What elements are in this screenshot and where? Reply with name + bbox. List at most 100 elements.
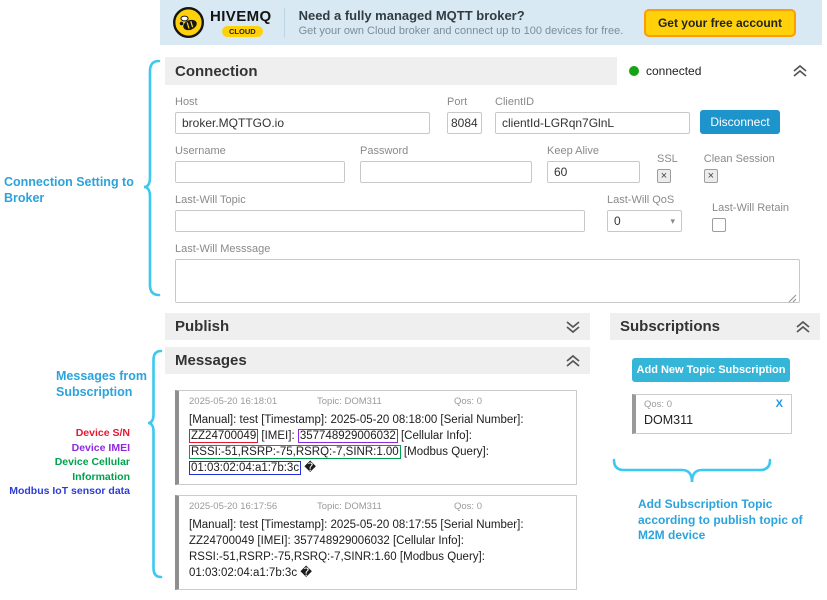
- clean-session-label: Clean Session: [704, 153, 775, 165]
- serial-number-value: ZZ24700049: [189, 429, 258, 443]
- caret-down-icon: ▾: [670, 216, 675, 227]
- message-timestamp: 2025-05-20 16:17:56: [189, 501, 317, 512]
- cloud-badge: CLOUD: [222, 26, 263, 37]
- modbus-query-value: 01:03:02:04:a1:7b:3c: [189, 567, 297, 579]
- lastwill-qos-select[interactable]: 0 ▾: [607, 210, 682, 232]
- message-payload: [Manual]: test [Timestamp]: 2025-05-20 0…: [189, 517, 568, 581]
- payload-segment: [Manual]: test [Timestamp]: 2025-05-20 0…: [189, 414, 524, 426]
- messages-panel: Messages 2025-05-20 16:18:01 Topic: DOM3…: [165, 347, 590, 600]
- payload-segment: �: [301, 462, 316, 474]
- ssl-checkbox[interactable]: ×: [657, 169, 671, 183]
- message-topic: Topic: DOM311: [317, 501, 454, 512]
- imei-value: 357748929006032: [298, 429, 398, 443]
- payload-segment: [Modbus Query]:: [401, 446, 489, 458]
- hivemq-banner: HIVEMQ CLOUD Need a fully managed MQTT b…: [160, 0, 822, 45]
- publish-panel: Publish: [165, 313, 590, 340]
- host-label: Host: [175, 96, 430, 108]
- username-label: Username: [175, 145, 345, 157]
- chevron-double-down-icon[interactable]: [564, 320, 582, 334]
- modbus-query-value: 01:03:02:04:a1:7b:3c: [189, 461, 301, 475]
- clientid-input[interactable]: [495, 112, 690, 134]
- payload-segment: �: [297, 567, 312, 579]
- password-input[interactable]: [360, 161, 532, 183]
- messages-header: Messages: [165, 347, 590, 374]
- annotation-modbus-iot: Modbus IoT sensor data: [6, 484, 130, 499]
- lastwill-qos-value: 0: [614, 214, 621, 228]
- annotation-messages-from-subscription: Messages from Subscription: [56, 368, 148, 400]
- annotation-device-cellular: Device Cellular Information: [6, 455, 130, 484]
- lastwill-topic-input[interactable]: [175, 210, 585, 232]
- keepalive-label: Keep Alive: [547, 145, 640, 157]
- connection-header: Connection connected: [165, 57, 815, 85]
- message-card: 2025-05-20 16:18:01 Topic: DOM311 Qos: 0…: [175, 390, 577, 485]
- lastwill-retain-label: Last-Will Retain: [712, 202, 789, 214]
- clean-session-checkbox[interactable]: ×: [704, 169, 718, 183]
- message-list: 2025-05-20 16:18:01 Topic: DOM311 Qos: 0…: [165, 390, 590, 590]
- payload-segment: [IMEI]:: [258, 430, 298, 442]
- payload-segment: [Cellular Info]:: [398, 430, 472, 442]
- messages-title: Messages: [165, 352, 247, 369]
- bee-logo-icon: [172, 6, 205, 39]
- message-meta: 2025-05-20 16:17:56 Topic: DOM311 Qos: 0: [189, 501, 568, 512]
- message-card: 2025-05-20 16:17:56 Topic: DOM311 Qos: 0…: [175, 495, 577, 590]
- message-topic: Topic: DOM311: [317, 396, 454, 407]
- resize-handle-icon[interactable]: [788, 294, 797, 303]
- cellular-info-value: RSSI:-51,RSRP:-75,RSRQ:-7,SINR:1.60: [189, 551, 397, 563]
- chevron-double-up-icon[interactable]: [794, 320, 812, 334]
- subscription-item: Qos: 0 X DOM311: [632, 394, 792, 434]
- annotation-connection-setting: Connection Setting to Broker: [4, 174, 146, 206]
- publish-title: Publish: [165, 318, 229, 335]
- banner-subtext: Get your own Cloud broker and connect up…: [299, 25, 624, 37]
- get-free-account-button[interactable]: Get your free account: [644, 9, 796, 37]
- message-meta: 2025-05-20 16:18:01 Topic: DOM311 Qos: 0: [189, 396, 568, 407]
- banner-headline: Need a fully managed MQTT broker?: [299, 8, 624, 23]
- brand-name: HIVEMQ: [210, 8, 272, 25]
- clientid-label: ClientID: [495, 96, 690, 108]
- lastwill-retain-checkbox[interactable]: [712, 218, 726, 232]
- message-qos: Qos: 0: [454, 501, 482, 512]
- annotation-brace-connection: [143, 59, 161, 302]
- payload-segment: [Manual]: test [Timestamp]: 2025-05-20 0…: [189, 519, 524, 531]
- payload-segment: [Cellular Info]:: [390, 535, 464, 547]
- imei-value: 357748929006032: [294, 535, 390, 547]
- add-subscription-button[interactable]: Add New Topic Subscription: [632, 358, 790, 382]
- publish-header: Publish: [165, 313, 590, 340]
- subscriptions-panel: Subscriptions Add New Topic Subscription…: [610, 313, 820, 434]
- subscriptions-header: Subscriptions: [610, 313, 820, 340]
- chevron-double-up-icon[interactable]: [791, 64, 809, 78]
- lastwill-message-textarea[interactable]: [175, 259, 800, 303]
- serial-number-value: ZZ24700049: [189, 535, 254, 547]
- chevron-double-up-icon[interactable]: [564, 354, 582, 368]
- subscription-qos: Qos: 0: [644, 399, 672, 410]
- port-label: Port: [447, 96, 482, 108]
- connection-title: Connection: [165, 63, 258, 80]
- message-payload: [Manual]: test [Timestamp]: 2025-05-20 0…: [189, 412, 568, 476]
- username-input[interactable]: [175, 161, 345, 183]
- annotation-device-imei: Device IMEI: [6, 441, 130, 456]
- disconnect-button[interactable]: Disconnect: [700, 110, 780, 134]
- annotation-device-sn: Device S/N: [6, 426, 130, 441]
- subscriptions-title: Subscriptions: [610, 318, 720, 335]
- ssl-label: SSL: [657, 153, 678, 165]
- annotation-brace-subscription: [612, 458, 772, 491]
- cellular-info-value: RSSI:-51,RSRP:-75,RSRQ:-7,SINR:1.00: [189, 445, 401, 459]
- lastwill-message-label: Last-Will Messsage: [175, 243, 800, 255]
- hivemq-logo: HIVEMQ CLOUD: [160, 6, 272, 39]
- message-timestamp: 2025-05-20 16:18:01: [189, 396, 317, 407]
- payload-segment: [Modbus Query]:: [397, 551, 485, 563]
- message-qos: Qos: 0: [454, 396, 482, 407]
- annotation-brace-messages: [147, 349, 163, 584]
- connected-status-dot-icon: [629, 66, 639, 76]
- lastwill-qos-label: Last-Will QoS: [607, 194, 682, 206]
- port-input[interactable]: [447, 112, 482, 134]
- remove-subscription-button[interactable]: X: [776, 398, 783, 410]
- host-input[interactable]: [175, 112, 430, 134]
- password-label: Password: [360, 145, 532, 157]
- annotation-device-labels: Device S/N Device IMEI Device Cellular I…: [6, 426, 130, 499]
- payload-segment: [IMEI]:: [254, 535, 294, 547]
- subscription-topic: DOM311: [644, 413, 783, 427]
- connection-status-label: connected: [646, 64, 701, 78]
- keepalive-input[interactable]: [547, 161, 640, 183]
- banner-divider: [284, 8, 285, 38]
- annotation-add-subscription: Add Subscription Topic according to publ…: [638, 497, 818, 544]
